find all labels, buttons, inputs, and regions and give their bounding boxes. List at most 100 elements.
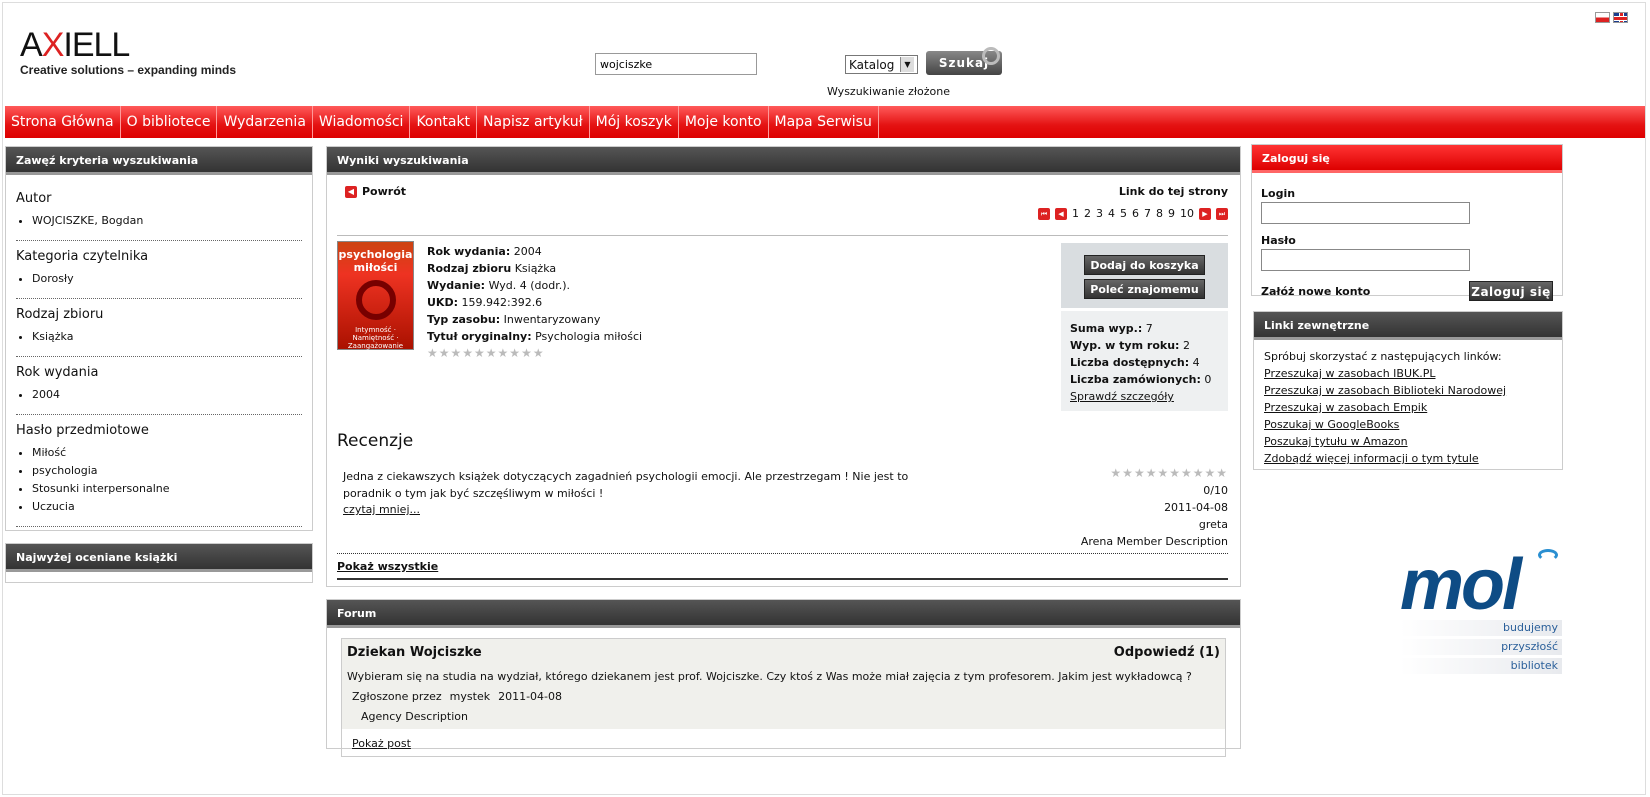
page-number[interactable]: 6 (1132, 207, 1139, 220)
gb-flag-icon[interactable] (1613, 12, 1628, 23)
stat-value: 4 (1192, 356, 1200, 369)
metadata-row: UKD: 159.942:392.6 (427, 294, 642, 311)
page-number[interactable]: 4 (1108, 207, 1115, 220)
back-label: Powrót (362, 185, 407, 198)
external-links-intro: Spróbuj skorzystać z następujących linkó… (1264, 350, 1502, 363)
stat-value: 0 (1204, 373, 1212, 386)
pl-flag-icon[interactable] (1595, 12, 1610, 23)
login-button[interactable]: Zaloguj się (1469, 281, 1553, 301)
stat-value: 2 (1182, 339, 1190, 352)
review-date: 2011-04-08 (1164, 501, 1228, 514)
results-panel: Wyniki wyszukiwania ◀ Powrót Link do tej… (326, 146, 1241, 587)
metadata-value: 159.942:392.6 (461, 296, 543, 309)
page-number[interactable]: 3 (1096, 207, 1103, 220)
mol-logo[interactable]: mol budujemy przyszłość bibliotek (1400, 549, 1562, 683)
reviews-title: Recenzje (337, 431, 414, 451)
axiell-logo[interactable]: AXIELL Creative solutions – expanding mi… (20, 28, 236, 77)
add-to-cart-button[interactable]: Dodaj do koszyka (1084, 255, 1205, 275)
forum-user: mystek (449, 690, 491, 703)
page-number[interactable]: 10 (1180, 207, 1194, 220)
nav-item[interactable]: O bibliotece (121, 106, 218, 138)
facet-option[interactable]: Książka (32, 330, 302, 343)
rating-stars[interactable]: ★★★★★★★★★★ (427, 345, 642, 362)
login-field[interactable] (1261, 202, 1470, 224)
forum-post-title[interactable]: Dziekan Wojciszke (347, 645, 482, 660)
review-author: greta (1198, 518, 1228, 531)
facet-options: Miłość psychologia Stosunki interpersonaln… (16, 446, 302, 513)
facet-group: Hasło przedmiotowe Miłość psychologia Stosu… (16, 415, 302, 527)
login-title: Zaloguj się (1252, 145, 1562, 173)
external-link[interactable]: Poszukaj w GoogleBooks (1264, 416, 1552, 433)
first-page-icon[interactable]: ⏮ (1038, 207, 1050, 220)
nav-item[interactable]: Mój koszyk (590, 106, 679, 138)
forum-panel: Forum Dziekan Wojciszke Odpowiedź (1) Wy… (326, 599, 1241, 757)
search-input[interactable] (595, 53, 757, 75)
prev-page-icon[interactable]: ◀ (1055, 207, 1067, 220)
facet-option[interactable]: Stosunki interpersonalne (32, 482, 302, 495)
facet-option[interactable]: psychologia (32, 464, 302, 477)
external-link[interactable]: Zdobądź więcej informacji o tym tytule (1264, 450, 1552, 467)
show-all-reviews-link[interactable]: Pokaż wszystkie (337, 560, 438, 573)
forum-reply-count[interactable]: Odpowiedź (1) (1114, 645, 1220, 660)
page-link[interactable]: Link do tej strony (1119, 185, 1228, 198)
forum-post-text: Wybieram się na studia na wydział, które… (347, 670, 1192, 683)
facet-options: 2004 (16, 388, 302, 401)
next-page-icon[interactable]: ▶ (1199, 207, 1211, 220)
nav-item[interactable]: Napisz artykuł (477, 106, 590, 138)
login-label: Login (1261, 187, 1296, 200)
facet-option[interactable]: Miłość (32, 446, 302, 459)
facet-group: Rok wydania 2004 (16, 357, 302, 415)
facet-group: Autor WOJCISZKE, Bogdan (16, 183, 302, 241)
page-number[interactable]: 1 (1072, 207, 1079, 220)
nav-item[interactable]: Strona Główna (5, 106, 121, 138)
stat-key: Liczba zamówionych: (1070, 373, 1201, 386)
facet-option[interactable]: Dorosły (32, 272, 302, 285)
page-number[interactable]: 2 (1084, 207, 1091, 220)
logo-tagline: Creative solutions – expanding minds (20, 63, 237, 77)
separator (337, 553, 1228, 554)
forum-post-meta: Zgłoszone przez mystek 2011-04-08 (347, 690, 1220, 703)
metadata-key: Tytuł oryginalny: (427, 330, 532, 343)
nav-item[interactable]: Wiadomości (313, 106, 411, 138)
details-link[interactable]: Sprawdź szczegóły (1070, 390, 1174, 403)
register-link[interactable]: Załóż nowe konto (1261, 285, 1370, 298)
nav-item[interactable]: Wydarzenia (217, 106, 313, 138)
logo-wordmark: AXIELL (20, 26, 130, 64)
metadata-key: Typ zasobu: (427, 313, 501, 326)
back-link[interactable]: ◀ Powrót (345, 185, 406, 198)
external-link[interactable]: Przeszukaj w zasobach IBUK.PL (1264, 365, 1552, 382)
external-link[interactable]: Poszukaj tytułu w Amazon (1264, 433, 1552, 450)
stat-key: Liczba dostępnych: (1070, 356, 1190, 369)
metadata-row: Rodzaj zbioru Książka (427, 260, 642, 277)
show-post-link[interactable]: Pokaż post (342, 729, 1225, 756)
facet-heading: Hasło przedmiotowe (16, 423, 149, 438)
recommend-button[interactable]: Poleć znajomemu (1084, 279, 1205, 299)
external-link[interactable]: Przeszukaj w zasobach Biblioteki Narodow… (1264, 382, 1552, 399)
page-number[interactable]: 7 (1144, 207, 1151, 220)
page-number[interactable]: 9 (1168, 207, 1175, 220)
last-page-icon[interactable]: ⏭ (1216, 207, 1228, 220)
facet-options: Książka (16, 330, 302, 343)
facet-option[interactable]: Uczucia (32, 500, 302, 513)
actions-box: Dodaj do koszyka Poleć znajomemu (1061, 243, 1228, 308)
facet-option[interactable]: WOJCISZKE, Bogdan (32, 214, 302, 227)
loan-stats: Suma wyp.: 7 Wyp. w tym roku: 2 Liczba dos… (1061, 311, 1228, 411)
cover-title: psychologia miłości (338, 248, 413, 274)
metadata-key: Rodzaj zbioru (427, 262, 512, 275)
page-number[interactable]: 5 (1120, 207, 1127, 220)
nav-item[interactable]: Mapa Serwisu (769, 106, 879, 138)
password-field[interactable] (1261, 249, 1470, 271)
forum-post-header: Dziekan Wojciszke Odpowiedź (1) (347, 645, 1220, 660)
review-stars: ★★★★★★★★★★ (1110, 466, 1228, 480)
nav-item[interactable]: Kontakt (410, 106, 478, 138)
page-number[interactable]: 8 (1156, 207, 1163, 220)
book-cover[interactable]: psychologia miłości Intymność · Namiętno… (337, 241, 414, 350)
review-collapse-link[interactable]: czytaj mniej... (343, 503, 420, 516)
facet-option[interactable]: 2004 (32, 388, 302, 401)
advanced-search-link[interactable]: Wyszukiwanie złożone (827, 85, 950, 98)
external-link[interactable]: Przeszukaj w zasobach Empik (1264, 399, 1552, 416)
catalog-select[interactable]: Katalog ▼ (845, 55, 918, 74)
search-button[interactable]: Szukaj (926, 47, 1002, 75)
nav-item[interactable]: Moje konto (679, 106, 769, 138)
review-score: 0/10 (1203, 484, 1228, 497)
